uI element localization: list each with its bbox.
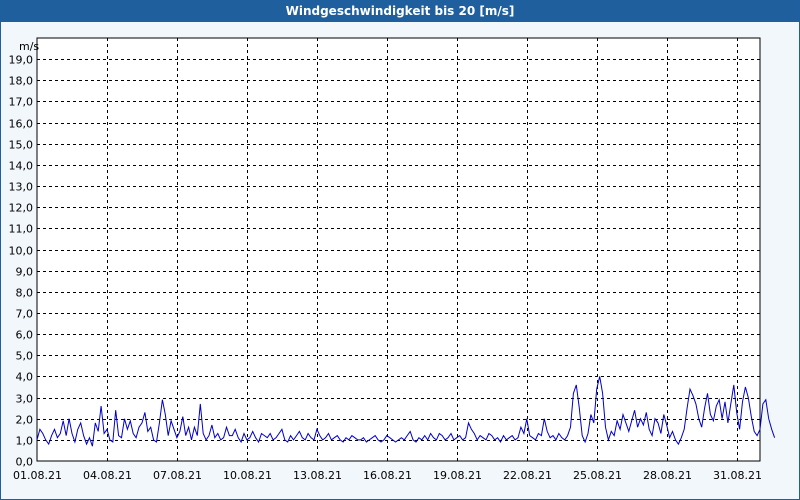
x-tick-label: 07.08.21 <box>153 469 202 482</box>
x-tick-label: 31.08.21 <box>713 469 762 482</box>
x-tick-label: 13.08.21 <box>293 469 342 482</box>
x-tick-label: 28.08.21 <box>643 469 692 482</box>
x-tick-label: 10.08.21 <box>223 469 272 482</box>
x-tick-label: 16.08.21 <box>363 469 412 482</box>
y-tick-label: 8,0 <box>16 287 34 300</box>
y-tick-label: 1,0 <box>16 435 34 448</box>
y-tick-label: 14,0 <box>9 160 34 173</box>
y-tick-label: 10,0 <box>9 245 34 258</box>
y-tick-label: 9,0 <box>16 266 34 279</box>
x-tick-label: 19.08.21 <box>433 469 482 482</box>
y-tick-label: 0,0 <box>16 456 34 469</box>
y-tick-label: 4,0 <box>16 371 34 384</box>
x-axis-ticks: 01.08.21 04.08.21 07.08.21 10.08.21 13.08.21… <box>13 469 762 482</box>
y-tick-label: 12,0 <box>9 202 34 215</box>
x-tick-label: 01.08.21 <box>13 469 62 482</box>
y-tick-label: 5,0 <box>16 350 34 363</box>
y-tick-label: 11,0 <box>9 223 34 236</box>
y-axis-unit-label: m/s <box>19 40 39 53</box>
y-tick-label: 6,0 <box>16 329 34 342</box>
y-tick-label: 15,0 <box>9 139 34 152</box>
y-tick-label: 16,0 <box>9 118 34 131</box>
y-tick-label: 19,0 <box>9 54 34 67</box>
x-tick-label: 04.08.21 <box>83 469 132 482</box>
y-tick-label: 3,0 <box>16 393 34 406</box>
y-axis-ticks: 0,0 1,0 2,0 3,0 4,0 5,0 6,0 7,0 8,0 9,0 10,0 11,0 12… <box>9 54 34 469</box>
y-tick-label: 7,0 <box>16 308 34 321</box>
chart-svg: 0,0 1,0 2,0 3,0 4,0 5,0 6,0 7,0 8,0 9,0 10,0 11,0 12… <box>9 37 776 482</box>
y-tick-label: 18,0 <box>9 75 34 88</box>
x-tick-label: 22.08.21 <box>503 469 552 482</box>
y-tick-label: 2,0 <box>16 414 34 427</box>
y-tick-label: 17,0 <box>9 96 34 109</box>
x-tick-label: 25.08.21 <box>573 469 622 482</box>
y-tick-label: 13,0 <box>9 181 34 194</box>
